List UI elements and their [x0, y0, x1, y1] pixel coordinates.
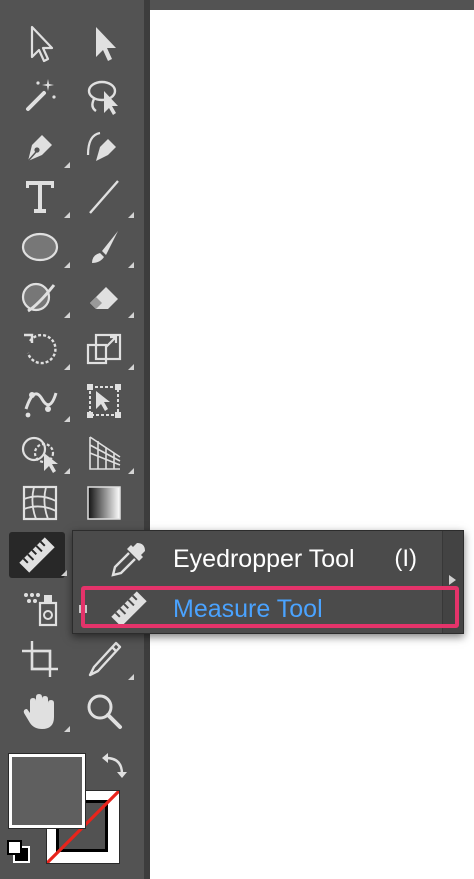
symbol-sprayer-icon [24, 593, 58, 627]
paintbrush-tool[interactable] [76, 224, 134, 270]
scale-icon [86, 333, 122, 365]
free-transform-tool[interactable] [76, 378, 132, 424]
shaper-tool[interactable] [12, 274, 70, 320]
selection-tool[interactable] [12, 20, 68, 66]
rotate-tool[interactable] [12, 326, 70, 372]
swap-fill-stroke-icon[interactable] [100, 750, 130, 780]
magic-wand-tool[interactable] [12, 72, 68, 118]
ellipse-tool[interactable] [12, 224, 70, 270]
gradient-tool[interactable] [76, 480, 132, 526]
flyout-item-eyedropper[interactable]: Eyedropper Tool (I) [73, 535, 441, 583]
puppet-warp-tool[interactable] [12, 378, 70, 424]
symbol-sprayer-tool[interactable] [12, 584, 68, 630]
direct-selection-tool[interactable] [76, 20, 132, 66]
shape-builder-icon [21, 436, 58, 473]
highlight-annotation [81, 586, 459, 628]
perspective-grid-tool[interactable] [76, 430, 134, 476]
hand-icon [23, 694, 54, 729]
pen-tool[interactable] [12, 124, 70, 170]
curvature-tool[interactable] [76, 124, 132, 170]
canvas-top-bar [150, 0, 474, 10]
fill-color-swatch[interactable] [9, 754, 85, 828]
eraser-tool[interactable] [76, 274, 134, 320]
tools-panel [0, 0, 150, 879]
measure-tool[interactable] [9, 532, 67, 578]
shape-builder-tool[interactable] [12, 430, 70, 476]
tearoff-arrow-icon [449, 575, 456, 585]
eyedropper-icon [111, 543, 145, 577]
artboard-canvas[interactable] [150, 10, 474, 879]
perspective-grid-icon [89, 436, 121, 470]
eraser-icon [90, 287, 118, 309]
direct-selection-arrow-icon [96, 27, 116, 61]
zoom-icon [87, 694, 122, 729]
curvature-pen-icon [86, 131, 116, 161]
shaper-icon [21, 282, 56, 313]
rotate-icon [24, 333, 57, 365]
line-segment-icon [89, 180, 119, 214]
slice-tool[interactable] [76, 636, 134, 682]
artboard-tool[interactable] [12, 636, 68, 682]
selection-arrow-icon [30, 25, 54, 63]
line-segment-tool[interactable] [76, 174, 134, 220]
gradient-icon [87, 486, 121, 520]
type-icon [26, 181, 54, 213]
lasso-tool[interactable] [76, 72, 132, 118]
artboard-icon [22, 641, 58, 677]
flyout-item-shortcut: (I) [394, 545, 417, 572]
default-fill-stroke-icon[interactable] [5, 838, 33, 866]
scale-tool[interactable] [76, 326, 134, 372]
type-tool[interactable] [12, 174, 70, 220]
slice-icon [88, 641, 122, 677]
pen-icon [27, 135, 52, 162]
lasso-icon [87, 80, 118, 115]
zoom-tool[interactable] [76, 688, 132, 734]
paintbrush-icon [92, 231, 118, 263]
mesh-tool[interactable] [12, 480, 68, 526]
hand-tool[interactable] [12, 688, 70, 734]
flyout-item-label: Eyedropper Tool [173, 544, 355, 573]
mesh-icon [22, 485, 58, 521]
ellipse-icon [21, 232, 59, 262]
puppet-warp-icon [24, 392, 58, 418]
ruler-icon [19, 537, 55, 573]
free-transform-icon [87, 384, 121, 418]
magic-wand-icon [26, 79, 56, 111]
